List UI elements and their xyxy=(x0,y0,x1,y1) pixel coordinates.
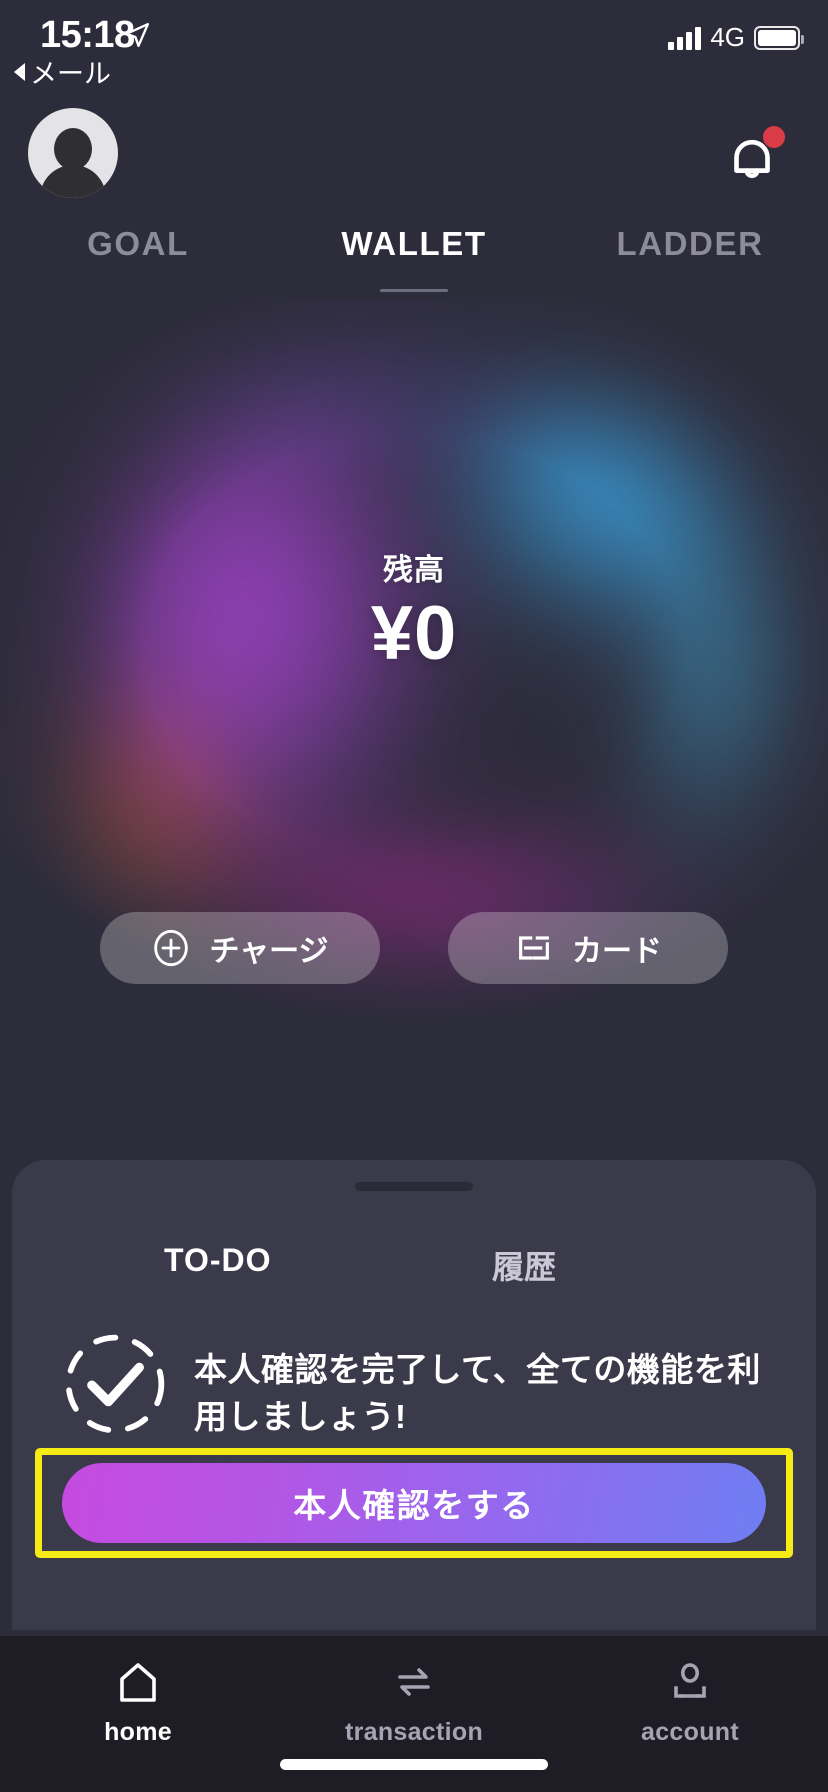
nav-item-account[interactable]: account xyxy=(552,1636,828,1792)
balance-label: 残高 xyxy=(383,554,445,587)
tab-goal-label: GOAL xyxy=(87,225,189,262)
notification-bell-button[interactable] xyxy=(721,126,785,190)
tab-ladder-label: LADDER xyxy=(616,225,764,262)
todo-message: 本人確認を完了して、全ての機能を利用しましょう! xyxy=(194,1351,761,1435)
home-indicator-bar[interactable] xyxy=(280,1759,548,1770)
dashed-check-circle-icon xyxy=(65,1334,165,1434)
bottom-sheet: TO-DO 履歴 本人確認を完了して、全ての機能を利用しましょう! xyxy=(12,1160,816,1630)
tab-ladder[interactable]: LADDER xyxy=(552,225,828,263)
todo-item: 本人確認を完了して、全ての機能を利用しましょう! xyxy=(62,1334,782,1441)
nav-item-account-label: account xyxy=(641,1718,739,1746)
network-type-label: 4G xyxy=(710,22,745,52)
sheet-tab-todo[interactable]: TO-DO xyxy=(164,1242,272,1279)
sheet-drag-handle[interactable] xyxy=(355,1182,473,1191)
status-bar: 15:18 メール 4G xyxy=(0,0,828,91)
transfer-arrows-icon xyxy=(398,1668,430,1696)
top-tab-bar: GOAL WALLET LADDER xyxy=(0,225,828,305)
back-to-mail-button[interactable]: メール xyxy=(14,52,111,91)
tab-wallet-label: WALLET xyxy=(341,225,487,262)
tab-active-underline xyxy=(380,289,448,292)
tab-goal[interactable]: GOAL xyxy=(0,225,276,263)
status-bar-indicators: 4G xyxy=(668,22,804,53)
avatar[interactable] xyxy=(28,108,118,198)
nav-item-home[interactable]: home xyxy=(0,1636,276,1792)
location-arrow-icon xyxy=(124,22,150,48)
card-button[interactable]: カード xyxy=(448,912,728,984)
verify-identity-button[interactable]: 本人確認をする xyxy=(62,1463,766,1543)
person-card-icon xyxy=(674,1663,706,1698)
home-icon xyxy=(120,1663,156,1702)
tab-wallet[interactable]: WALLET xyxy=(276,225,552,292)
balance-amount: ¥0 xyxy=(370,591,458,676)
back-triangle-icon xyxy=(14,62,25,81)
nav-item-home-label: home xyxy=(104,1718,172,1746)
charge-button[interactable]: チャージ xyxy=(100,912,380,984)
charge-button-label: チャージ xyxy=(209,935,329,968)
status-bar-time: 15:18 xyxy=(40,14,135,56)
avatar-head-shape xyxy=(54,128,92,170)
signal-bars-icon xyxy=(668,26,702,50)
card-button-label: カード xyxy=(572,935,662,968)
card-icon xyxy=(519,936,549,960)
app-screen: 15:18 メール 4G GOAL WALLET LADDER 残高 ¥0 チャ… xyxy=(0,0,828,1792)
avatar-body-shape xyxy=(40,165,106,198)
back-label: メール xyxy=(30,59,111,89)
sheet-tab-bar: TO-DO 履歴 xyxy=(12,1242,816,1302)
notification-badge-dot xyxy=(763,126,785,148)
plus-circle-icon xyxy=(154,929,189,967)
nav-item-transaction-label: transaction xyxy=(344,1718,484,1746)
verify-identity-button-label: 本人確認をする xyxy=(293,1487,535,1524)
bottom-nav-bar: home transaction account xyxy=(0,1636,828,1792)
sheet-tab-history[interactable]: 履歴 xyxy=(492,1242,556,1288)
battery-icon xyxy=(754,25,804,50)
